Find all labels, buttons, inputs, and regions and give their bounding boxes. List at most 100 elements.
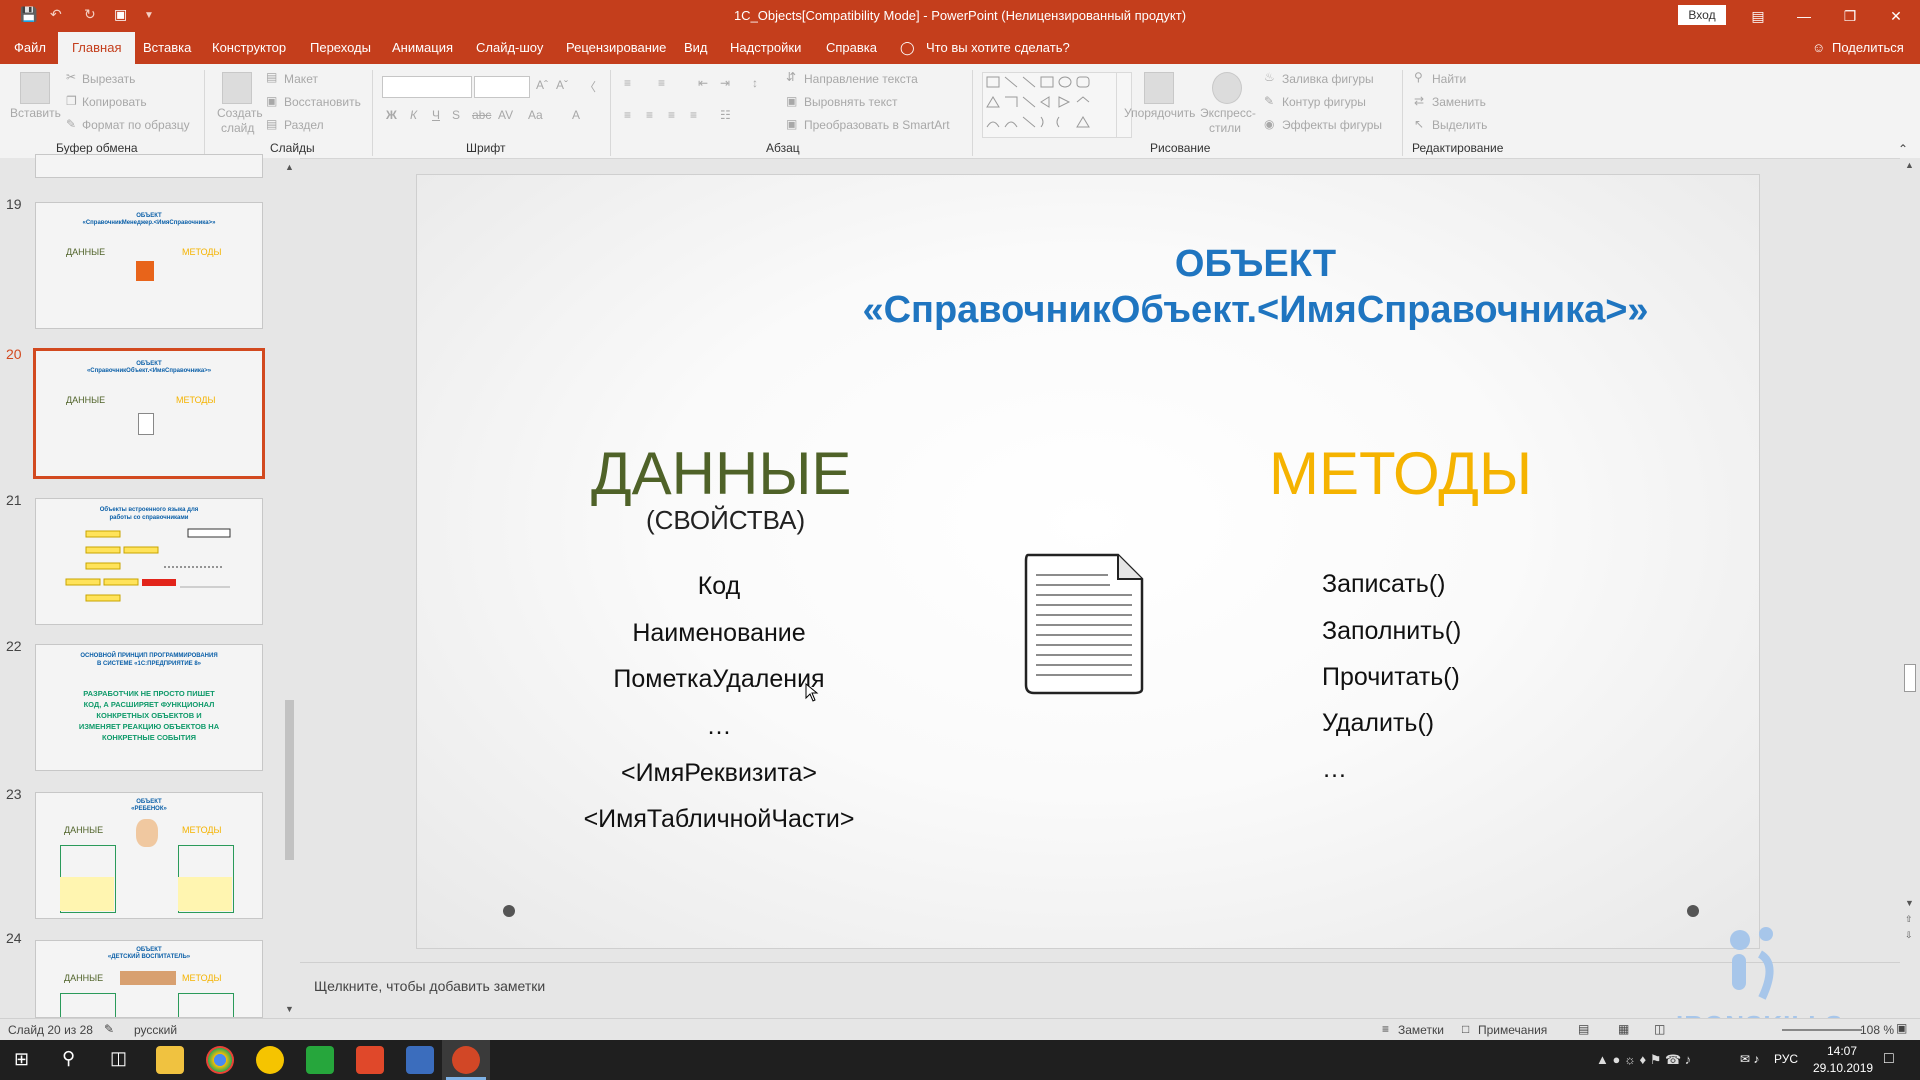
slide-thumbnail-20[interactable]: ОБЪЕКТ «СправочникОбъект.<ИмяСправочника… [33,348,265,479]
copy-button[interactable]: Копировать [82,95,147,109]
clock-date[interactable]: 29.10.2019 [1813,1061,1873,1075]
shapes-gallery[interactable] [982,72,1118,138]
slide-thumbnail[interactable] [35,154,263,178]
decrease-indent-icon[interactable]: ⇤ [698,76,708,90]
data-subheading[interactable]: (СВОЙСТВА) [646,505,805,536]
tab-home[interactable]: Главная [58,32,136,64]
arrange-button[interactable]: Упорядочить [1124,106,1195,120]
slide-thumbnail-21[interactable]: Объекты встроенного языка для работы со … [35,498,263,625]
text-direction-button[interactable]: Направление текста [804,72,918,86]
replace-button[interactable]: Заменить [1432,95,1486,109]
tab-view[interactable]: Вид [684,32,708,64]
tab-transitions[interactable]: Переходы [310,32,371,64]
previous-slide-icon[interactable]: ⇧ [1905,914,1913,925]
method-item[interactable]: … [1322,755,1347,784]
language-indicator[interactable]: русский [134,1023,177,1037]
snagit-icon[interactable] [356,1046,384,1074]
tab-help[interactable]: Справка [826,32,877,64]
shadow-icon[interactable]: S [452,108,460,122]
minimize-button[interactable]: — [1784,4,1824,28]
italic-icon[interactable]: К [410,108,417,122]
shape-effects-button[interactable]: Эффекты фигуры [1282,118,1382,132]
select-button[interactable]: Выделить [1432,118,1487,132]
numbering-icon[interactable]: ≡ [658,76,665,90]
section-button[interactable]: Раздел [284,118,324,132]
align-text-button[interactable]: Выровнять текст [804,95,897,109]
share-button[interactable]: Поделиться [1832,32,1904,64]
tray-icons[interactable]: ▲ ● ☼ ♦ ⚑ ☎ ♪ [1596,1052,1691,1068]
font-size-select[interactable] [474,76,530,98]
methods-heading[interactable]: МЕТОДЫ [1269,439,1532,508]
bullets-icon[interactable]: ≡ [624,76,631,90]
shapes-gallery-scroll[interactable] [1116,72,1132,138]
zoom-slider[interactable] [1782,1029,1862,1031]
tab-design[interactable]: Конструктор [212,32,286,64]
windows-start-icon[interactable]: ⊞ [14,1049,29,1070]
document-icon[interactable] [1022,551,1148,697]
method-item[interactable]: Записать() [1322,570,1446,599]
task-view-icon[interactable]: ◫ [110,1048,127,1069]
increase-font-icon[interactable]: Aˆ [536,78,548,92]
new-slide-button[interactable]: Создать [217,106,263,120]
clear-formatting-icon[interactable]: 〈 [584,78,596,95]
search-icon[interactable]: ⚲ [62,1048,75,1069]
align-center-icon[interactable]: ≡ [646,108,653,122]
tab-insert[interactable]: Вставка [143,32,191,64]
tell-me-search[interactable]: Что вы хотите сделать? [926,32,1070,64]
format-painter-button[interactable]: Формат по образцу [82,118,190,132]
slide-title-line2[interactable]: «СправочникОбъект.<ИмяСправочника>» [417,289,1759,332]
camtasia-icon[interactable] [306,1046,334,1074]
reset-button[interactable]: Восстановить [284,95,361,109]
quick-styles-button-line2[interactable]: стили [1209,121,1241,135]
increase-indent-icon[interactable]: ⇥ [720,76,730,90]
layout-button[interactable]: Макет [284,72,318,86]
notifications-icon[interactable]: □ [1884,1050,1894,1068]
remote-desktop-icon[interactable] [406,1046,434,1074]
input-language[interactable]: РУС [1774,1052,1798,1066]
method-item[interactable]: Заполнить() [1322,617,1461,646]
data-item[interactable]: <ИмяРеквизита> [539,759,899,788]
decrease-font-icon[interactable]: Aˇ [556,78,568,92]
align-left-icon[interactable]: ≡ [624,108,631,122]
line-spacing-icon[interactable]: ↕ [752,76,758,90]
data-item[interactable]: … [539,712,899,741]
fit-slide-icon[interactable]: ▣ [1896,1021,1907,1035]
font-color-icon[interactable]: A [572,108,580,122]
underline-icon[interactable]: Ч [432,108,440,122]
font-family-select[interactable] [382,76,472,98]
reading-view-icon[interactable]: ◫ [1654,1022,1665,1036]
sign-in-button[interactable]: Вход [1678,5,1726,25]
normal-view-icon[interactable]: ▤ [1578,1022,1589,1036]
file-explorer-icon[interactable] [156,1046,184,1074]
tray-icons-2[interactable]: ✉ ♪ [1740,1052,1759,1066]
thumbnails-scrollbar[interactable]: ▲ ▼ [283,160,296,1018]
slide-thumbnail-23[interactable]: ОБЪЕКТ «РЕБЕНОК» ДАННЫЕ МЕТОДЫ [35,792,263,919]
slide-thumbnail-19[interactable]: ОБЪЕКТ «СправочникМенеджер.<ИмяСправочни… [35,202,263,329]
tab-addins[interactable]: Надстройки [730,32,801,64]
shape-fill-button[interactable]: Заливка фигуры [1282,72,1374,86]
slide-scrollbar[interactable]: ▲ ▼ ⇧ ⇩ [1900,158,1920,1018]
slide-title-line1[interactable]: ОБЪЕКТ [417,243,1759,286]
close-button[interactable]: ✕ [1876,4,1916,28]
1c-enterprise-icon[interactable] [256,1046,284,1074]
strikethrough-icon[interactable]: abc [472,108,491,122]
method-item[interactable]: Удалить() [1322,709,1434,738]
smartart-button[interactable]: Преобразовать в SmartArt [804,118,950,132]
maximize-button[interactable]: ❐ [1830,4,1870,28]
scroll-down-icon[interactable]: ▼ [285,1004,294,1014]
align-right-icon[interactable]: ≡ [668,108,675,122]
data-item[interactable]: ПометкаУдаления [539,665,899,694]
find-button[interactable]: Найти [1432,72,1466,86]
data-heading[interactable]: ДАННЫЕ [591,439,851,508]
powerpoint-icon[interactable] [452,1046,480,1074]
next-slide-icon[interactable]: ⇩ [1905,930,1913,941]
zoom-level[interactable]: 108 % [1860,1023,1894,1037]
notes-placeholder[interactable]: Щелкните, чтобы добавить заметки [314,978,545,994]
character-spacing-icon[interactable]: AV [498,108,513,122]
scroll-up-icon[interactable]: ▲ [1905,160,1914,170]
tab-animations[interactable]: Анимация [392,32,453,64]
justify-icon[interactable]: ≡ [690,108,697,122]
data-item[interactable]: <ИмяТабличнойЧасти> [539,805,899,834]
slide-counter[interactable]: Слайд 20 из 28 [8,1023,93,1037]
comments-button[interactable]: Примечания [1478,1023,1547,1037]
